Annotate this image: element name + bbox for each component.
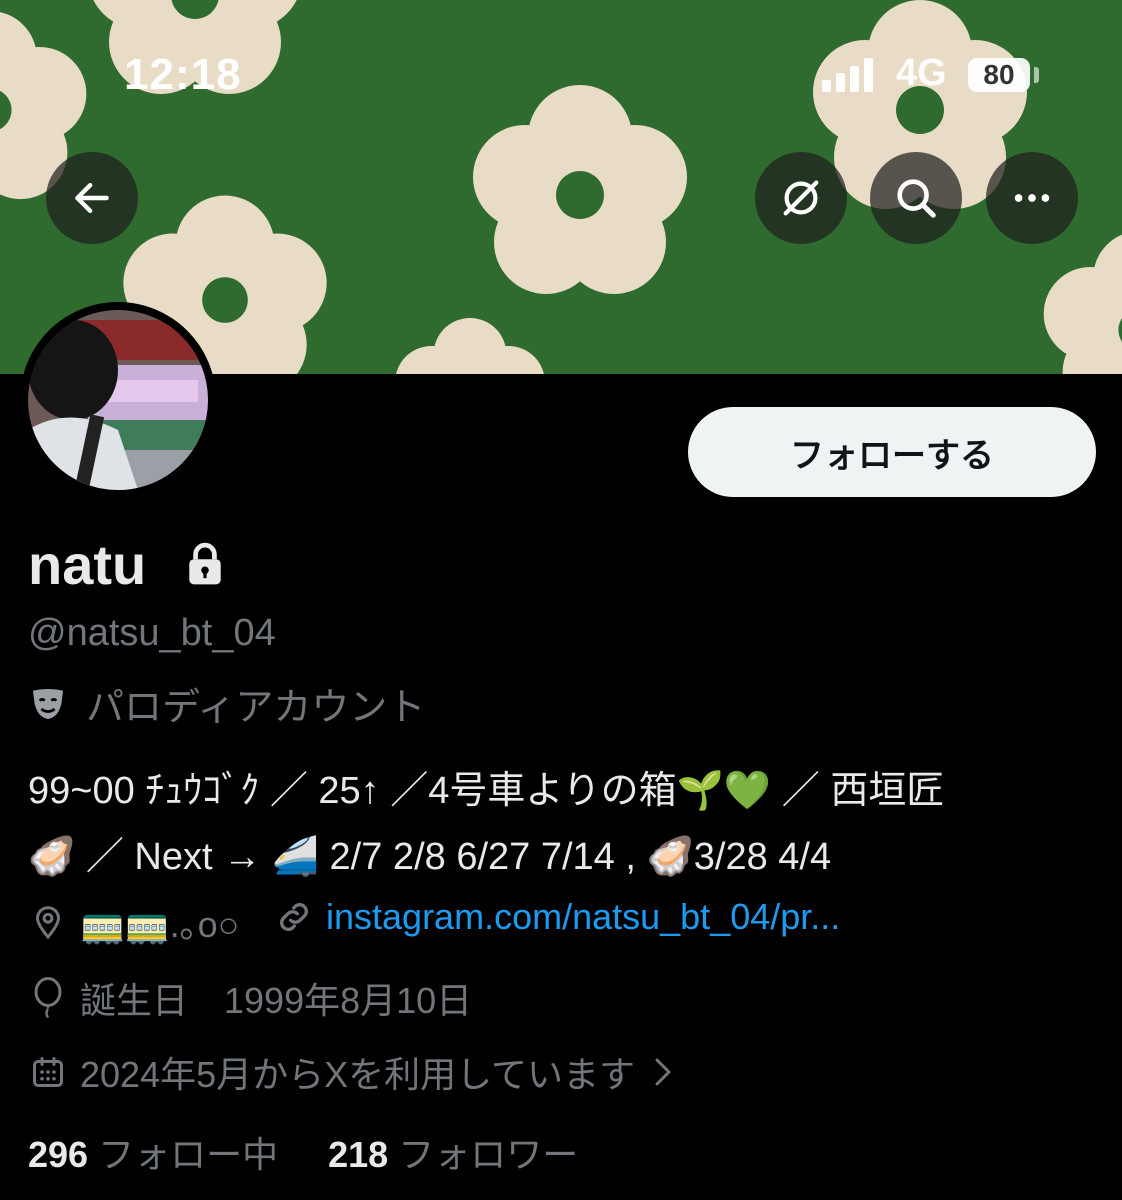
back-button[interactable] bbox=[46, 152, 138, 244]
following-count: 296 bbox=[28, 1134, 89, 1175]
battery-level: 80 bbox=[983, 59, 1015, 90]
arrow-left-icon bbox=[75, 182, 109, 214]
location-text: 🚃🚃.｡o○ bbox=[80, 904, 240, 945]
slash-circle-icon bbox=[783, 180, 819, 216]
parody-label: パロディアカウント bbox=[86, 687, 426, 729]
followers-count: 218 bbox=[328, 1134, 389, 1175]
status-time: 12:18 bbox=[124, 50, 242, 99]
lock-icon bbox=[189, 542, 221, 585]
parody-label-row: パロディアカウント bbox=[28, 676, 425, 731]
mask-icon bbox=[33, 688, 63, 719]
following-link[interactable]: 296 フォロー中 bbox=[28, 1134, 278, 1175]
joined-text: 2024年5月からXを利用しています bbox=[80, 1054, 636, 1095]
signal-icon bbox=[822, 58, 873, 92]
calendar-icon bbox=[33, 1057, 63, 1087]
network-type: 4G bbox=[896, 52, 947, 94]
location-pin-icon bbox=[35, 906, 61, 940]
location-row: 🚃🚃.｡o○ bbox=[30, 896, 239, 948]
chevron-right-icon bbox=[655, 1058, 671, 1086]
birthday-row: 誕生日 1999年8月10日 bbox=[30, 972, 472, 1024]
avatar-image bbox=[28, 310, 208, 490]
followers-link[interactable]: 218 フォロワー bbox=[328, 1134, 578, 1175]
user-handle: @natsu_bt_04 bbox=[28, 612, 276, 654]
bio-line-2: 🦪 ／ Next → 🚄 2/7 2/8 6/27 7/14 , 🦪3/28 4… bbox=[28, 836, 832, 878]
battery-indicator: 80 bbox=[968, 58, 1030, 92]
website-row[interactable]: instagram.com/natsu_bt_04/pr... bbox=[274, 896, 840, 938]
profile-bio: 99~00 ﾁｭｳｺﾞｸ ／ 25↑ ／4号車よりの箱🌱💚 ／ 西垣匠 🦪 ／ … bbox=[28, 758, 1098, 890]
followers-label: フォロワー bbox=[398, 1134, 579, 1175]
follow-button[interactable]: フォローする bbox=[688, 407, 1096, 497]
birthday-text: 誕生日 1999年8月10日 bbox=[80, 980, 473, 1021]
profile-avatar[interactable] bbox=[20, 302, 216, 498]
more-button[interactable] bbox=[986, 152, 1078, 244]
more-icon bbox=[1014, 194, 1050, 202]
search-button[interactable] bbox=[870, 152, 962, 244]
website-link[interactable]: instagram.com/natsu_bt_04/pr... bbox=[326, 896, 840, 938]
link-icon bbox=[280, 903, 308, 931]
battery-tip bbox=[1034, 67, 1039, 83]
joined-row[interactable]: 2024年5月からXを利用しています bbox=[30, 1046, 677, 1098]
search-icon bbox=[897, 179, 936, 218]
display-name: natu bbox=[28, 533, 147, 596]
bio-line-1: 99~00 ﾁｭｳｺﾞｸ ／ 25↑ ／4号車よりの箱🌱💚 ／ 西垣匠 bbox=[28, 770, 945, 812]
balloon-icon bbox=[34, 977, 62, 1019]
following-label: フォロー中 bbox=[98, 1134, 279, 1175]
follow-counts: 296 フォロー中 218 フォロワー bbox=[28, 1126, 578, 1178]
grok-button[interactable] bbox=[755, 152, 847, 244]
